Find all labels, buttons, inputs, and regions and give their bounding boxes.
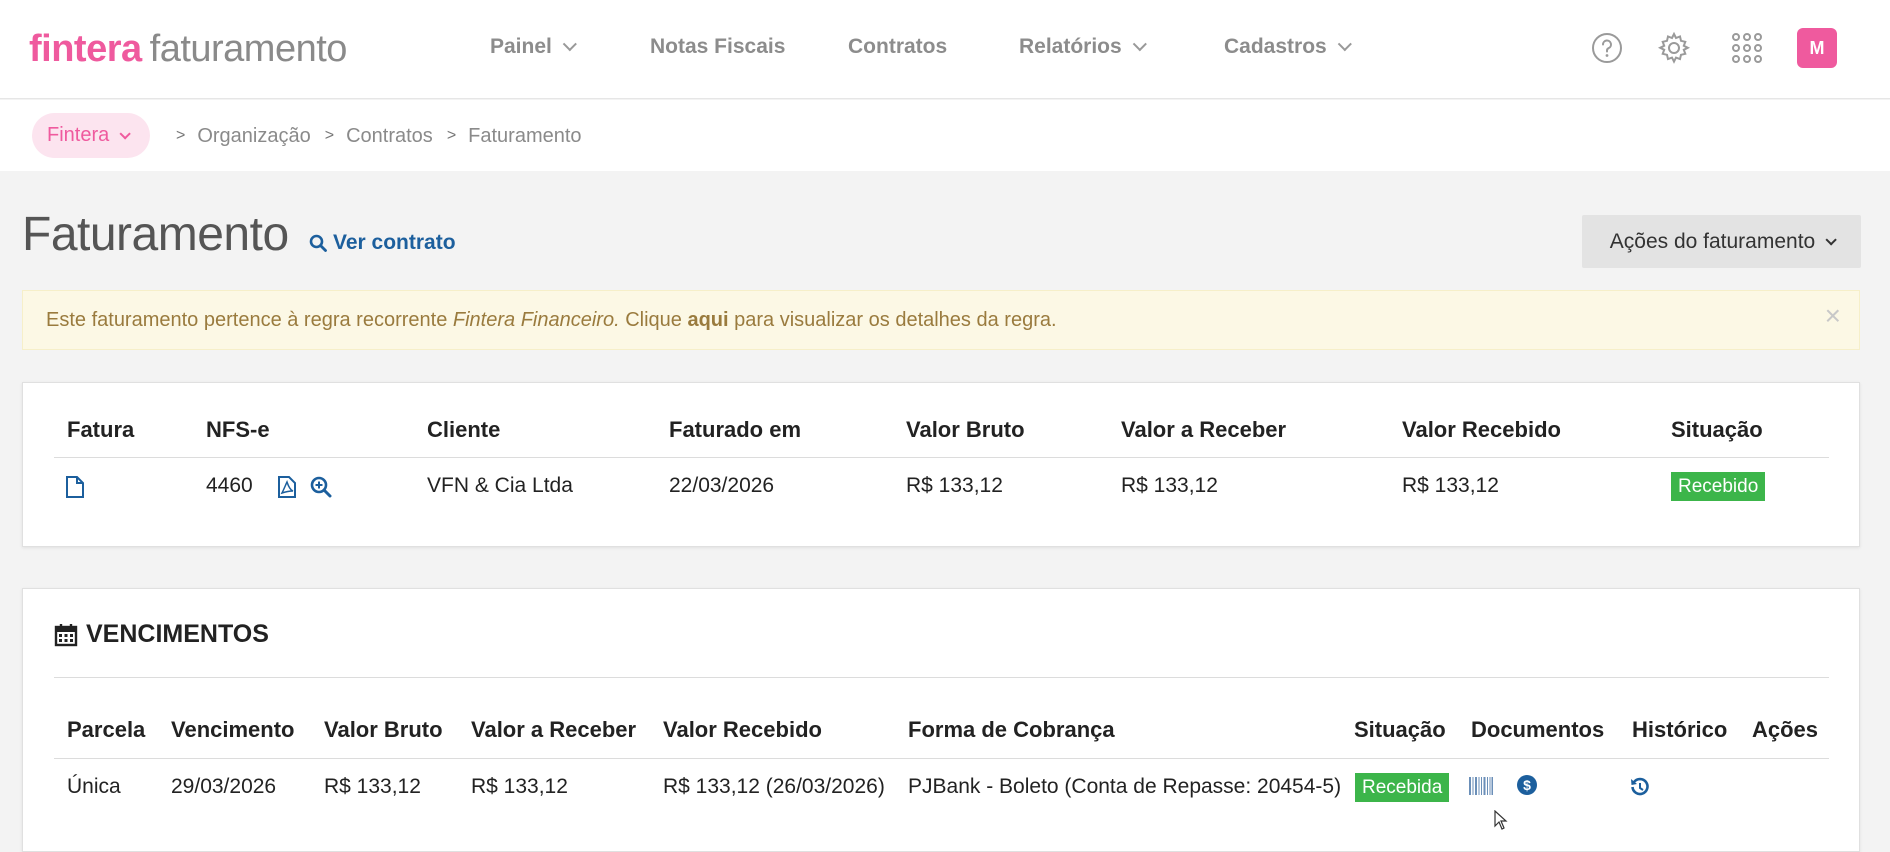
col-header-fatura: Fatura xyxy=(67,417,135,442)
nav-label: Contratos xyxy=(848,35,948,58)
view-contract-label: Ver contrato xyxy=(333,231,456,254)
col-header-nfse: NFS-e xyxy=(206,417,270,442)
chevron-right-icon: > xyxy=(446,127,457,144)
valor-recebido-value: R$ 133,12 (26/03/2026) xyxy=(663,775,885,798)
valor-a-receber-value: R$ 133,12 xyxy=(1121,474,1218,497)
alert-rule-link[interactable]: aqui xyxy=(687,309,728,332)
invoice-file-icon[interactable] xyxy=(65,476,85,498)
table-divider xyxy=(54,457,1829,458)
billing-actions-label: Ações do faturamento xyxy=(1609,229,1816,253)
alert-text-before: Este faturamento pertence à regra recorr… xyxy=(46,308,453,331)
alert-text-middle: Clique xyxy=(619,308,688,331)
app-logo[interactable]: fintera faturamento xyxy=(29,22,347,76)
col-header-historico: Histórico xyxy=(1632,717,1728,742)
valor-a-receber-value: R$ 133,12 xyxy=(471,775,568,798)
vencimentos-title: VENCIMENTOS xyxy=(54,620,269,649)
barcode-icon[interactable] xyxy=(1469,777,1493,795)
payment-dollar-icon[interactable]: $ xyxy=(1516,774,1538,796)
parcela-value: Única xyxy=(67,775,121,798)
nav-label: Cadastros xyxy=(1224,35,1327,58)
nav-cadastros[interactable]: Cadastros xyxy=(1224,30,1352,64)
valor-bruto-value: R$ 133,12 xyxy=(324,775,421,798)
close-icon[interactable]: × xyxy=(1825,301,1841,331)
view-contract-link[interactable]: Ver contrato xyxy=(309,231,456,255)
svg-text:$: $ xyxy=(1523,777,1531,793)
chevron-right-icon: > xyxy=(324,127,335,144)
invoice-panel xyxy=(22,382,1860,547)
org-selector-label: Fintera xyxy=(47,124,110,146)
breadcrumb-item-contratos[interactable]: Contratos xyxy=(346,125,433,148)
col-header-valor-recebido: Valor Recebido xyxy=(1402,417,1561,442)
nav-notas-fiscais[interactable]: Notas Fiscais xyxy=(650,30,785,64)
search-icon xyxy=(309,234,327,252)
user-avatar[interactable]: M xyxy=(1797,28,1837,68)
breadcrumb-item-organizacao[interactable]: Organização xyxy=(197,125,310,148)
col-header-valor-bruto: Valor Bruto xyxy=(906,417,1025,442)
breadcrumb: > Organização > Contratos > Faturamento xyxy=(176,122,596,150)
col-header-vencimento: Vencimento xyxy=(171,717,295,742)
mouse-cursor-icon xyxy=(1494,809,1508,835)
billing-actions-button[interactable]: Ações do faturamento xyxy=(1582,215,1861,268)
cliente-value: VFN & Cia Ltda xyxy=(427,474,573,497)
table-divider xyxy=(54,758,1829,759)
org-selector[interactable]: Fintera xyxy=(32,113,151,158)
logo-brand: fintera xyxy=(29,28,142,70)
nav-painel[interactable]: Painel xyxy=(490,30,577,64)
pdf-file-icon[interactable] xyxy=(277,476,297,498)
nav-label: Relatórios xyxy=(1019,35,1122,58)
col-header-acoes: Ações xyxy=(1752,717,1819,742)
breadcrumb-item-faturamento: Faturamento xyxy=(468,124,582,147)
col-header-valor-recebido: Valor Recebido xyxy=(663,717,822,742)
section-divider xyxy=(54,677,1829,678)
nav-contratos[interactable]: Contratos xyxy=(848,30,947,64)
valor-recebido-value: R$ 133,12 xyxy=(1402,474,1499,497)
forma-cobranca-value: PJBank - Boleto (Conta de Repasse: 20454… xyxy=(908,775,1342,798)
logo-product: faturamento xyxy=(149,28,348,70)
history-icon[interactable] xyxy=(1630,777,1650,797)
chevron-right-icon: > xyxy=(176,127,186,144)
apps-grid-icon[interactable] xyxy=(1729,30,1765,66)
faturado-em-value: 22/03/2026 xyxy=(669,474,775,497)
col-header-situacao: Situação xyxy=(1671,417,1763,442)
col-header-valor-a-receber: Valor a Receber xyxy=(1121,417,1287,442)
col-header-valor-a-receber: Valor a Receber xyxy=(471,717,637,742)
alert-rule-name: Fintera Financeiro. xyxy=(452,308,620,331)
nav-label: Notas Fiscais xyxy=(650,35,786,58)
valor-bruto-value: R$ 133,12 xyxy=(906,474,1003,497)
calendar-icon xyxy=(54,623,78,646)
chevron-down-icon xyxy=(1825,233,1838,246)
col-header-parcela: Parcela xyxy=(67,717,146,742)
chevron-down-icon xyxy=(119,127,132,140)
status-badge: Recebida xyxy=(1355,773,1450,802)
help-icon[interactable] xyxy=(1589,30,1625,66)
nav-relatorios[interactable]: Relatórios xyxy=(1019,30,1147,64)
gear-icon[interactable] xyxy=(1656,30,1692,66)
col-header-cliente: Cliente xyxy=(427,417,501,442)
alert-text-after: para visualizar os detalhes da regra. xyxy=(728,308,1057,331)
col-header-valor-bruto: Valor Bruto xyxy=(324,717,443,742)
nfse-number: 4460 xyxy=(206,474,253,497)
col-header-forma-cobranca: Forma de Cobrança xyxy=(908,717,1115,742)
page-title: Faturamento xyxy=(22,208,289,261)
col-header-situacao: Situação xyxy=(1354,717,1446,742)
vencimentos-title-label: VENCIMENTOS xyxy=(86,620,269,648)
vencimento-value: 29/03/2026 xyxy=(171,775,277,798)
col-header-documentos: Documentos xyxy=(1471,717,1605,742)
zoom-in-icon[interactable] xyxy=(310,476,332,498)
nav-label: Painel xyxy=(490,35,552,58)
status-badge: Recebido xyxy=(1671,472,1766,501)
recurring-rule-alert: Este faturamento pertence à regra recorr… xyxy=(22,290,1860,350)
col-header-faturado-em: Faturado em xyxy=(669,417,802,442)
